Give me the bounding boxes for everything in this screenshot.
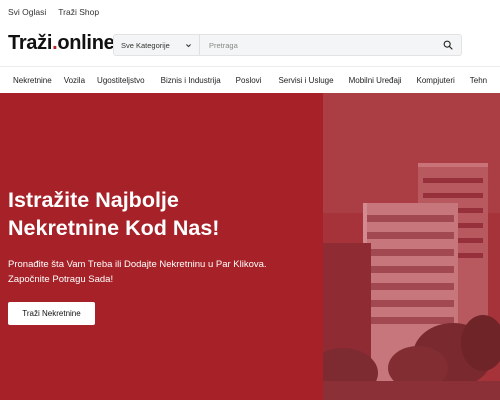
link-all-ads[interactable]: Svi Oglasi bbox=[8, 7, 46, 17]
site-logo[interactable]: Traži.online bbox=[8, 32, 115, 55]
nav-item-mobilni[interactable]: Mobilni Uređaji bbox=[349, 76, 402, 85]
site-header: Traži.online Sve Kategorije bbox=[0, 24, 500, 66]
search-icon bbox=[443, 40, 453, 50]
top-utility-bar: Svi Oglasi Traži Shop bbox=[0, 0, 500, 24]
category-select-value: Sve Kategorije bbox=[121, 40, 170, 50]
hero-building-illustration bbox=[323, 93, 500, 400]
nav-item-ugostiteljstvo[interactable]: Ugostiteljstvo bbox=[97, 76, 145, 85]
hero-subtitle-line2: Započnite Potragu Sada! bbox=[8, 274, 114, 285]
nav-item-poslovi[interactable]: Poslovi bbox=[236, 76, 262, 85]
hero-title: Istražite Najbolje Nekretnine Kod Nas! bbox=[8, 186, 308, 242]
logo-text-main: Traži bbox=[8, 32, 53, 54]
search-real-estate-button[interactable]: Traži Nekretnine bbox=[8, 302, 95, 325]
hero-title-line1: Istražite Najbolje bbox=[8, 188, 179, 212]
nav-item-nekretnine[interactable]: Nekretnine bbox=[13, 76, 52, 85]
hero-subtitle: Pronađite šta Vam Treba ili Dodajte Nekr… bbox=[8, 257, 318, 287]
nav-item-kompjuteri[interactable]: Kompjuteri bbox=[417, 76, 455, 85]
nav-item-tehnika[interactable]: Tehn bbox=[470, 76, 487, 85]
category-nav: Nekretnine Vozila Ugostiteljstvo Biznis … bbox=[0, 66, 500, 93]
search-input[interactable] bbox=[200, 35, 435, 55]
hero-subtitle-line1: Pronađite šta Vam Treba ili Dodajte Nekr… bbox=[8, 259, 267, 270]
chevron-down-icon bbox=[186, 43, 191, 47]
logo-text-end: online bbox=[57, 32, 115, 54]
hero-panel bbox=[0, 93, 323, 400]
search-button[interactable] bbox=[435, 35, 461, 55]
hero-banner: Istražite Najbolje Nekretnine Kod Nas! P… bbox=[0, 93, 500, 400]
hero-image bbox=[323, 93, 500, 400]
nav-item-vozila[interactable]: Vozila bbox=[64, 76, 85, 85]
category-select[interactable]: Sve Kategorije bbox=[114, 35, 200, 55]
nav-item-servisi[interactable]: Servisi i Usluge bbox=[278, 76, 333, 85]
search-bar: Sve Kategorije bbox=[113, 34, 462, 56]
hero-title-line2: Nekretnine Kod Nas! bbox=[8, 216, 220, 240]
link-shop[interactable]: Traži Shop bbox=[58, 7, 99, 17]
nav-item-biznis[interactable]: Biznis i Industrija bbox=[161, 76, 221, 85]
